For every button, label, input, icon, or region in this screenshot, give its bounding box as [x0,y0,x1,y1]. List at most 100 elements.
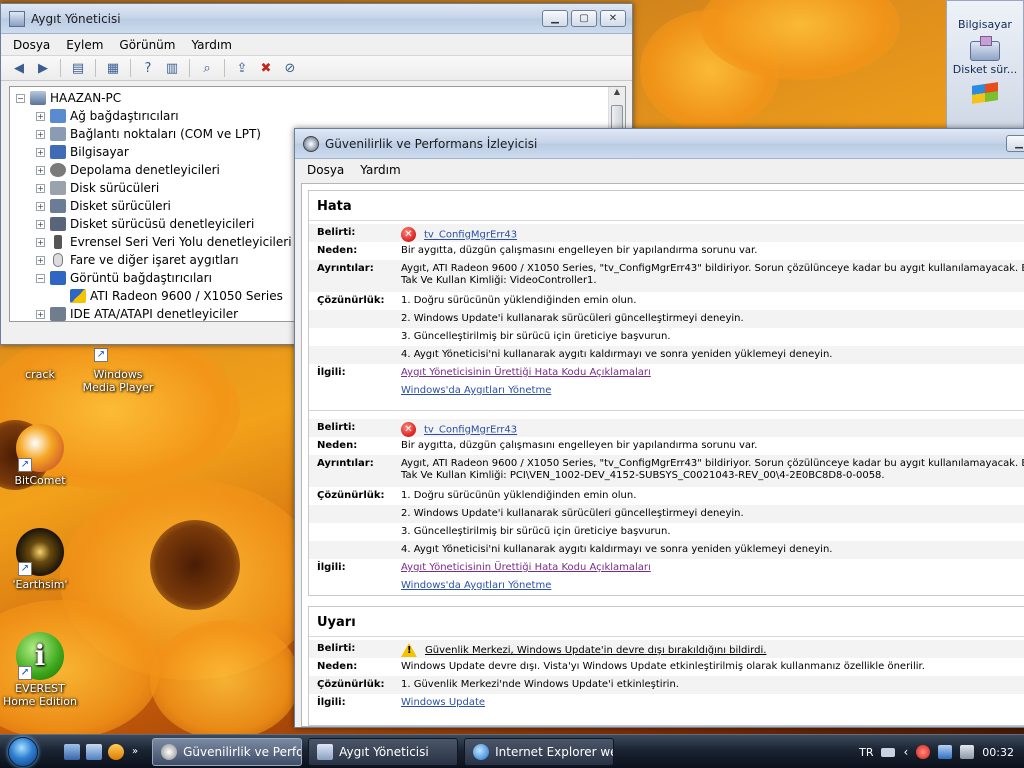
related-link-manage-devices[interactable]: Windows'da Aygıtları Yönetme [401,385,551,396]
device-manager-titlebar[interactable]: Aygıt Yöneticisi ▁ ▢ ✕ [1,4,632,34]
expand-icon[interactable]: + [36,309,45,319]
expand-icon[interactable]: + [36,219,45,229]
windows-logo-icon [972,82,998,104]
related-link-error-codes[interactable]: Aygıt Yöneticisinin Ürettiği Hata Kodu A… [401,367,651,378]
gadget-item-label: Disket sür... [952,63,1018,76]
cause-label: Neden: [317,245,358,256]
help-icon[interactable]: ? [138,58,158,78]
port-icon [50,127,66,141]
performance-monitor-icon [303,135,319,152]
show-desktop-icon[interactable] [64,743,80,760]
related-link-error-codes[interactable]: Aygıt Yöneticisinin Ürettiği Hata Kodu A… [401,562,651,573]
expand-icon[interactable]: + [36,237,45,247]
taskbar-button-label: Aygıt Yöneticisi [339,744,429,759]
expand-icon[interactable]: + [36,111,45,121]
error-section: Hata Belirti: ✕ tv_ConfigMgrErr43 Neden: Bi… [308,190,1024,596]
storage-controller-icon [50,163,66,177]
symptom-link[interactable]: tv_ConfigMgrErr43 [424,425,517,436]
symptom-label: Belirti: [317,422,356,433]
desktop-icon-crack[interactable]: crack [0,346,80,381]
show-hide-pane-icon[interactable]: ▥ [162,58,182,78]
uninstall-device-icon[interactable]: ✖ [256,58,276,78]
usb-icon [54,235,62,249]
window-title: Güvenilirlik ve Performans İzleyicisi [325,136,538,151]
switch-windows-icon[interactable] [86,743,102,760]
properties-icon[interactable]: ▦ [103,58,123,78]
forward-arrow-icon[interactable]: ▶ [33,58,53,78]
resolution-row: 3. Güncelleştirilmiş bir sürücü için üre… [309,523,1024,541]
collapse-icon[interactable]: − [16,93,25,103]
resolution-row: 2. Windows Update'i kullanarak sürücüler… [309,505,1024,523]
expand-icon[interactable]: + [36,147,45,157]
resolution-step: 1. Doğru sürücünün yüklendiğinden emin o… [401,490,637,501]
menu-help[interactable]: Yardım [352,163,408,177]
expand-icon[interactable]: + [36,183,45,193]
update-driver-icon[interactable]: ⇪ [232,58,252,78]
quick-launch-more-icon[interactable]: » [132,746,138,757]
taskbar-button-label: Güvenilirlik ve Perfo... [183,744,303,759]
desktop-icon-label: EVEREST Home Edition [2,682,78,708]
taskbar-button-device-manager[interactable]: Aygıt Yöneticisi [308,737,459,766]
tree-root[interactable]: − HAAZAN-PC [16,89,625,107]
taskbar-button-internet-explorer[interactable]: Internet Explorer we... [464,737,615,766]
scan-hardware-icon[interactable]: ⌕ [197,58,217,78]
close-button[interactable]: ✕ [600,10,626,27]
taskbar-button-reliability[interactable]: Güvenilirlik ve Perfo... [152,737,303,766]
scroll-up-icon[interactable]: ▲ [609,87,625,96]
minimize-button[interactable]: ▁ [542,10,568,27]
warning-section: Uyarı Belirti: Güvenlik Merkezi, Windows … [308,606,1024,726]
expand-icon[interactable]: + [36,255,45,265]
network-adapter-icon [50,109,66,123]
windows-orb-icon [8,736,38,767]
menu-view[interactable]: Görünüm [111,38,183,52]
media-player-icon[interactable] [108,743,124,760]
disable-device-icon[interactable]: ⊘ [280,58,300,78]
expand-icon[interactable]: + [36,201,45,211]
maximize-button[interactable]: ▢ [571,10,597,27]
related-link-manage-devices[interactable]: Windows'da Aygıtları Yönetme [401,580,551,591]
resolution-row: Çözünürlük: 1. Doğru sürücünün yüklendiği… [309,292,1024,310]
tree-node-label: Depolama denetleyicileri [70,163,220,177]
reliability-titlebar[interactable]: Güvenilirlik ve Performans İzleyicisi ▁ [295,129,1024,159]
shortcut-arrow-icon: ↗ [18,562,32,576]
details-text: Aygıt, ATI Radeon 9600 / X1050 Series, "… [401,458,1024,469]
computer-gadget[interactable]: Bilgisayar Disket sür... [946,0,1024,130]
tree-node-label: Bilgisayar [70,145,129,159]
symptom-link[interactable]: Güvenlik Merkezi, Windows Update'in devr… [425,645,766,656]
menu-action[interactable]: Eylem [58,38,111,52]
resolution-step: 4. Aygıt Yöneticisi'ni kullanarak aygıtı… [401,544,833,555]
reliability-monitor-window: Güvenilirlik ve Performans İzleyicisi ▁ … [294,128,1024,728]
related-row: İlgili: Aygıt Yöneticisinin Ürettiği Hata… [309,364,1024,382]
cause-label: Neden: [317,440,358,451]
menu-file[interactable]: Dosya [299,163,352,177]
expand-icon[interactable]: + [36,165,45,175]
desktop-icon-windows-media-player[interactable]: ↗ Windows Media Player [78,346,158,394]
related-link-windows-update[interactable]: Windows Update [401,697,485,708]
start-button[interactable] [0,735,46,768]
desktop-icon-label: Windows Media Player [82,368,154,394]
desktop-icon-everest[interactable]: i ↗ EVEREST Home Edition [0,632,80,708]
resolution-step: 2. Windows Update'i kullanarak sürücüler… [401,313,744,324]
network-icon[interactable] [938,745,953,759]
symptom-link[interactable]: tv_ConfigMgrErr43 [424,230,517,241]
resolution-label: Çözünürlük: [317,679,385,690]
minimize-button[interactable]: ▁ [1006,135,1024,152]
collapse-icon[interactable]: − [36,273,45,283]
expand-icon[interactable]: + [36,129,45,139]
keyboard-icon[interactable] [881,747,896,757]
desktop-icon-earthsim[interactable]: ↗ 'Earthsim' [0,528,80,591]
volume-icon[interactable] [960,745,975,759]
menu-file[interactable]: Dosya [5,38,58,52]
menu-help[interactable]: Yardım [183,38,239,52]
report-content[interactable]: Hata Belirti: ✕ tv_ConfigMgrErr43 Neden: Bi… [301,183,1024,727]
taskbar-button-label: Internet Explorer we... [495,744,613,759]
tray-expand-icon[interactable]: ‹ [903,745,908,759]
desktop-icon-bitcomet[interactable]: ↗ BitComet [0,424,80,487]
console-tree-icon[interactable]: ▤ [68,58,88,78]
floppy-controller-icon [50,217,66,231]
clock[interactable]: 00:32 [982,746,1014,759]
tree-node[interactable]: + Ağ bağdaştırıcıları [36,107,625,125]
language-indicator[interactable]: TR [859,746,873,759]
back-arrow-icon[interactable]: ◀ [9,58,29,78]
security-alert-icon[interactable] [916,745,931,759]
